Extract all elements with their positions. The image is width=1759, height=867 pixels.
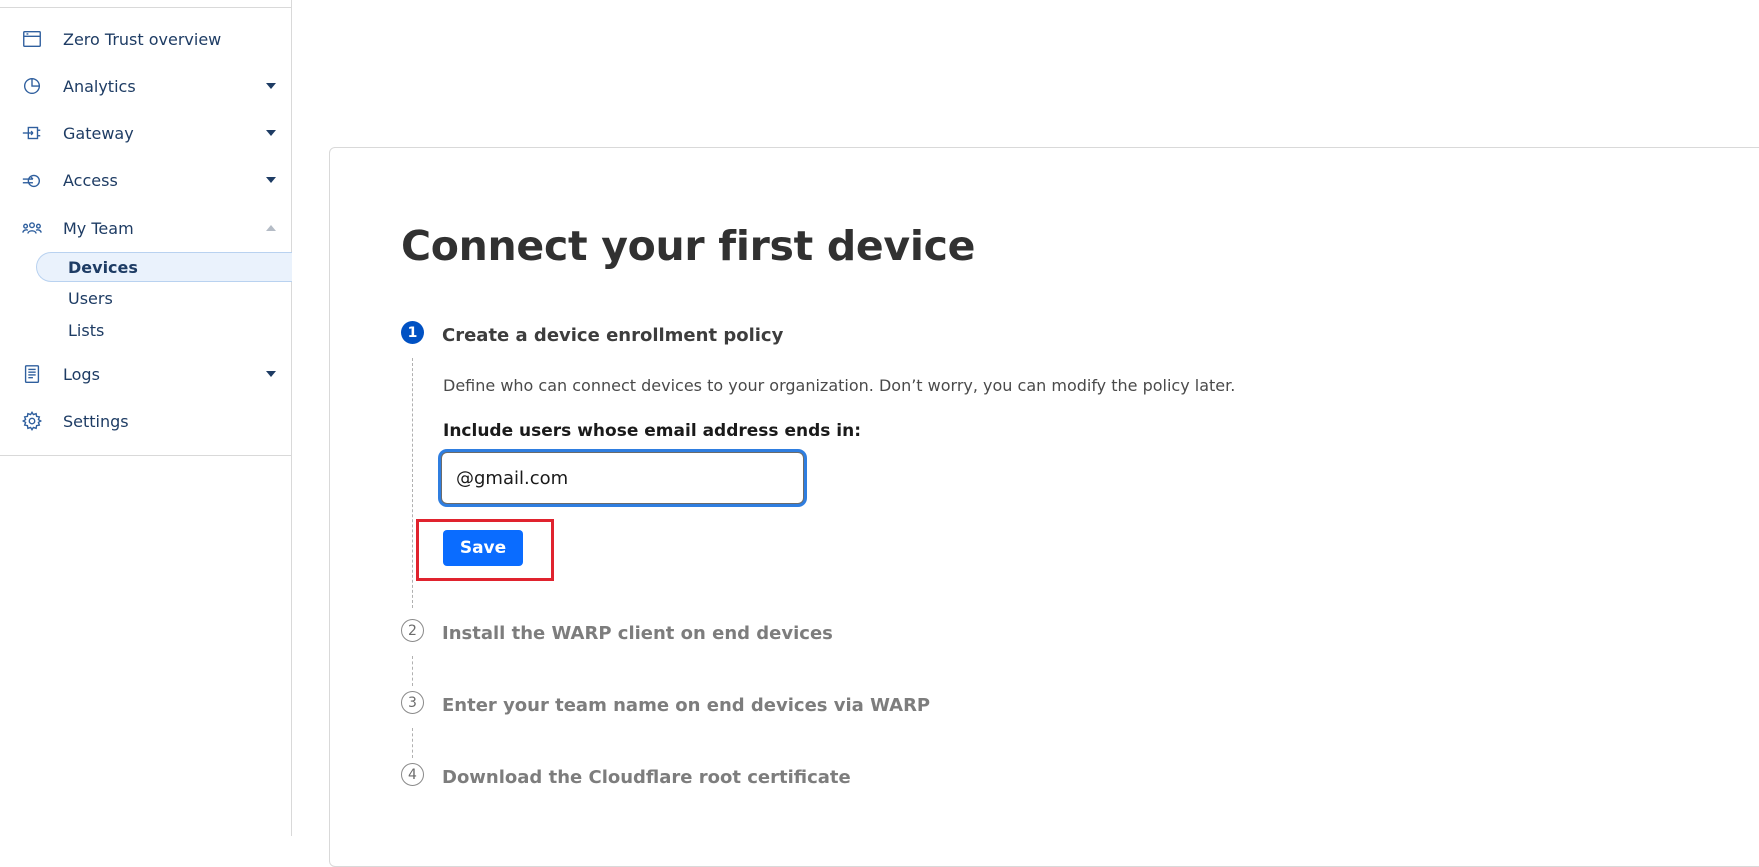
access-icon — [20, 168, 44, 192]
sidebar-subitem-label: Devices — [68, 257, 138, 277]
step-4-title[interactable]: Download the Cloudflare root certificate — [442, 767, 851, 788]
save-button[interactable]: Save — [443, 530, 523, 566]
sidebar-item-my-team[interactable]: My Team — [0, 208, 292, 248]
sidebar-item-logs[interactable]: Logs — [0, 354, 292, 394]
sidebar-item-label: Gateway — [63, 123, 134, 143]
sidebar-subitem-label: Users — [68, 288, 113, 308]
sidebar-subitem-label: Lists — [68, 320, 105, 340]
browser-window-icon — [20, 27, 44, 51]
sidebar-item-analytics[interactable]: Analytics — [0, 66, 292, 106]
pie-chart-icon — [20, 74, 44, 98]
sidebar-item-access[interactable]: Access — [0, 160, 292, 200]
email-domain-label: Include users whose email address ends i… — [443, 421, 862, 441]
step-3-number: 3 — [401, 691, 424, 714]
step-1-description: Define who can connect devices to your o… — [443, 376, 1236, 395]
step-connector — [412, 358, 413, 608]
sidebar-item-zero-trust-overview[interactable]: Zero Trust overview — [0, 19, 292, 59]
step-2-title[interactable]: Install the WARP client on end devices — [442, 623, 833, 644]
sidebar-item-label: Logs — [63, 364, 100, 384]
step-1-number: 1 — [401, 321, 424, 344]
team-icon — [20, 216, 44, 240]
email-domain-input[interactable] — [441, 452, 804, 504]
sidebar-item-label: Access — [63, 170, 118, 190]
chevron-down-icon — [266, 83, 276, 89]
step-1-title[interactable]: Create a device enrollment policy — [442, 325, 783, 346]
divider — [0, 7, 292, 8]
sidebar-subitem-devices[interactable]: Devices — [36, 252, 292, 282]
sidebar-item-settings[interactable]: Settings — [0, 401, 292, 441]
chevron-down-icon — [266, 177, 276, 183]
chevron-down-icon — [266, 371, 276, 377]
sidebar: Zero Trust overview Analytics Gateway Ac… — [0, 0, 292, 836]
sidebar-subitem-users[interactable]: Users — [36, 283, 292, 313]
page-title: Connect your first device — [401, 222, 976, 270]
step-3-title[interactable]: Enter your team name on end devices via … — [442, 695, 930, 716]
divider — [0, 455, 292, 456]
step-connector — [412, 728, 413, 758]
gear-icon — [20, 409, 44, 433]
gateway-icon — [20, 121, 44, 145]
sidebar-item-label: Settings — [63, 411, 129, 431]
sidebar-item-label: Analytics — [63, 76, 136, 96]
sidebar-item-label: My Team — [63, 218, 134, 238]
chevron-up-icon — [266, 225, 276, 231]
step-4-number: 4 — [401, 763, 424, 786]
step-2-number: 2 — [401, 619, 424, 642]
logs-icon — [20, 362, 44, 386]
sidebar-item-label: Zero Trust overview — [63, 29, 222, 49]
step-connector — [412, 656, 413, 686]
sidebar-subitem-lists[interactable]: Lists — [36, 315, 292, 345]
sidebar-item-gateway[interactable]: Gateway — [0, 113, 292, 153]
chevron-down-icon — [266, 130, 276, 136]
